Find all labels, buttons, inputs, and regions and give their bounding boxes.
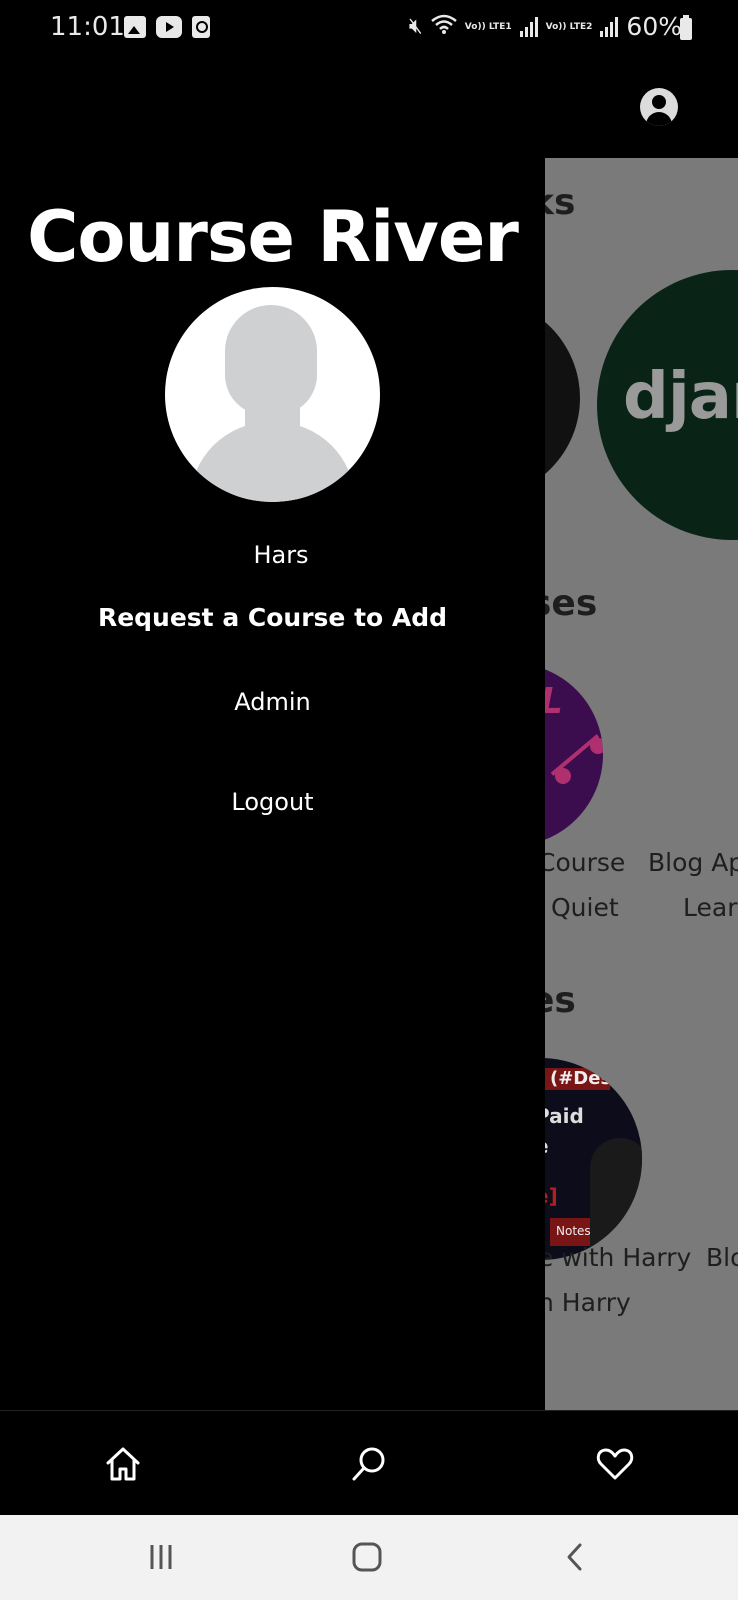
graphql-node — [590, 738, 603, 754]
card-title: Course — [538, 848, 626, 877]
mute-icon: 🔇︎ — [408, 14, 423, 39]
alarm-notification-icon — [192, 16, 210, 38]
bottom-navigation — [0, 1410, 738, 1515]
user-avatar — [165, 287, 380, 502]
card-subtitle: Lear — [683, 893, 738, 922]
back-icon[interactable] — [545, 1537, 605, 1577]
battery-percent: 60% — [626, 12, 682, 41]
home-icon[interactable] — [98, 1439, 148, 1489]
card-title: Blog Ap — [648, 848, 738, 877]
avatar-body — [190, 422, 355, 502]
youtube-notification-icon — [156, 16, 182, 38]
account-icon[interactable] — [640, 88, 678, 126]
graphql-node — [555, 768, 571, 784]
heart-icon[interactable] — [590, 1439, 640, 1489]
wifi-icon — [430, 13, 457, 41]
request-course-link[interactable]: Request a Course to Add — [0, 603, 545, 632]
django-logo-text: djar — [623, 360, 738, 434]
search-icon[interactable] — [344, 1439, 394, 1489]
card-title: Blo — [706, 1243, 738, 1272]
recents-icon[interactable] — [131, 1537, 191, 1577]
card-subtitle: h Harry — [538, 1288, 631, 1317]
system-navigation-bar — [0, 1515, 738, 1600]
battery-icon — [680, 15, 692, 40]
card-title: e with Harry — [538, 1243, 692, 1272]
signal1-icon — [519, 16, 538, 37]
card-subtitle: Quiet — [551, 893, 619, 922]
status-time: 11:01 — [50, 12, 125, 42]
system-home-icon[interactable] — [337, 1537, 397, 1577]
notification-icons — [124, 16, 210, 38]
thumb-person — [590, 1138, 642, 1260]
navigation-drawer: Course River Hars Request a Course to Ad… — [0, 58, 545, 1410]
admin-link[interactable]: Admin — [0, 688, 545, 716]
lte1-label: Vo)) LTE1 — [464, 21, 512, 32]
lte2-label: Vo)) LTE2 — [545, 21, 593, 32]
thumb-text: Notes — [556, 1224, 591, 1238]
status-bar: 11:01 🔇︎ Vo)) LTE1 Vo)) LTE2 60% — [0, 0, 738, 58]
django-thumbnail: djar — [597, 270, 738, 540]
system-status-icons: 🔇︎ Vo)) LTE1 Vo)) LTE2 60% — [409, 12, 682, 41]
gallery-notification-icon — [124, 16, 146, 38]
drawer-app-title: Course River — [27, 196, 519, 278]
signal2-icon — [600, 16, 619, 37]
logout-link[interactable]: Logout — [0, 788, 545, 816]
thumb-text: (#Des — [550, 1068, 612, 1089]
drawer-username: Hars — [253, 541, 309, 569]
